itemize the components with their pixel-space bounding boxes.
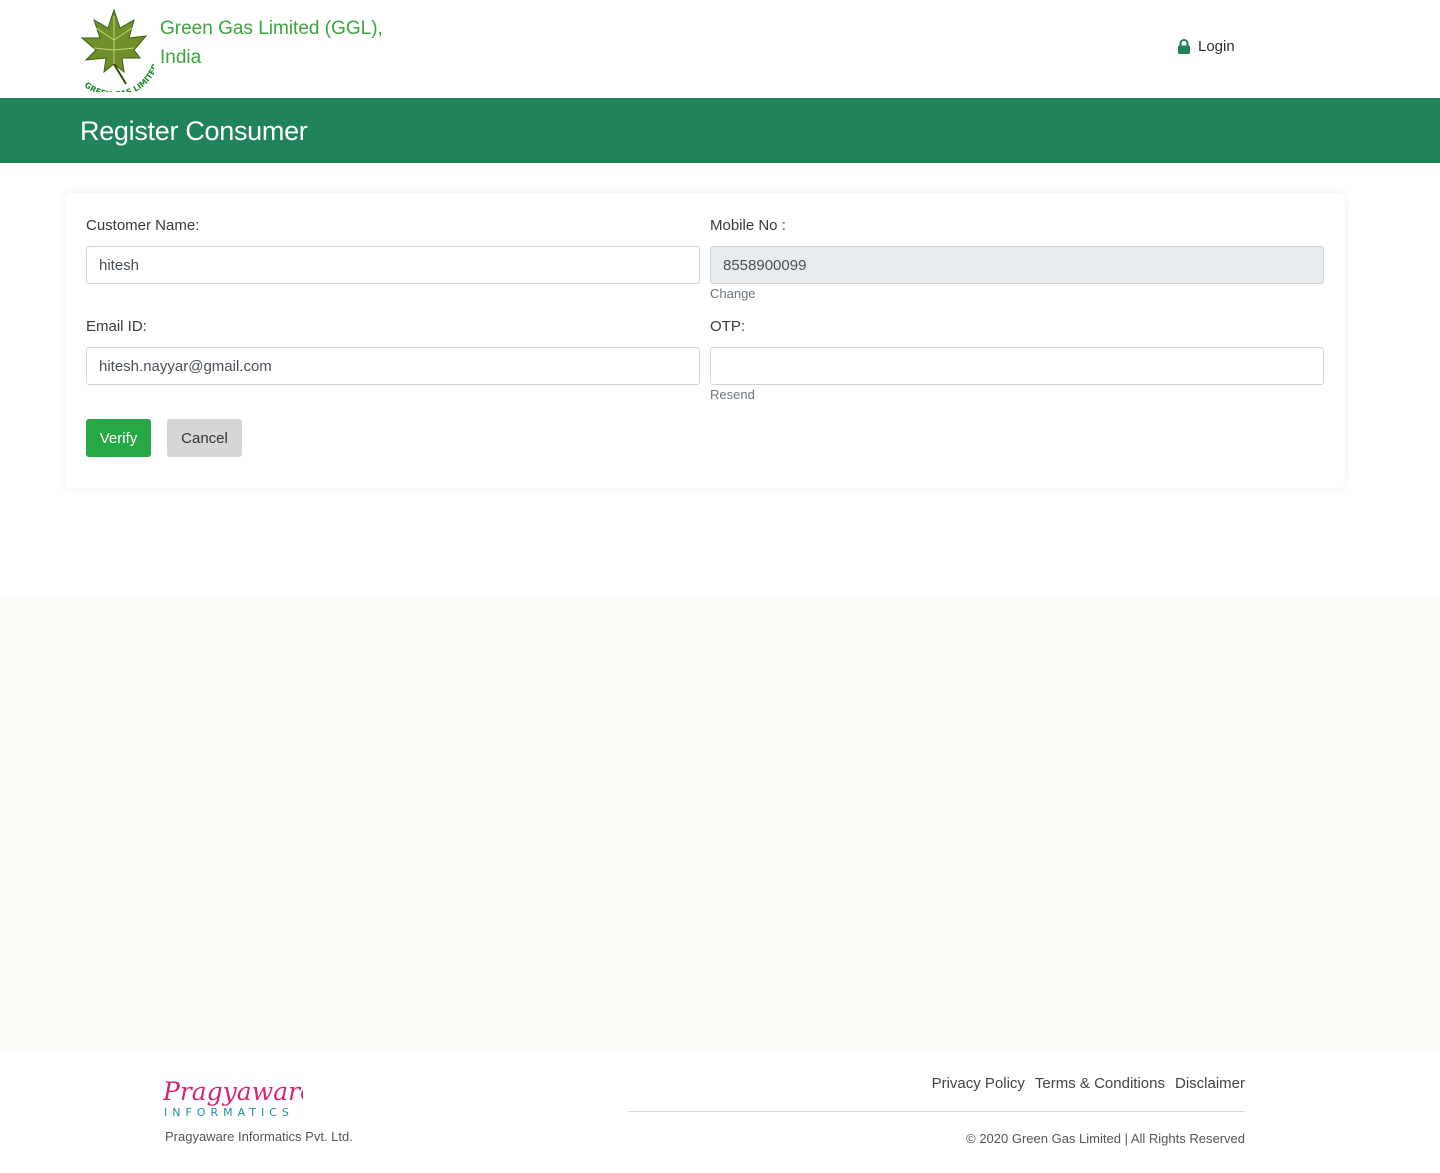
privacy-policy-link[interactable]: Privacy Policy <box>932 1075 1025 1092</box>
brand-name: Green Gas Limited (GGL), India <box>160 14 383 72</box>
footer-links: Privacy Policy Terms & Conditions Discla… <box>932 1075 1245 1092</box>
email-input[interactable] <box>86 347 700 385</box>
cancel-button[interactable]: Cancel <box>167 419 242 457</box>
page-title: Register Consumer <box>80 116 308 146</box>
disclaimer-link[interactable]: Disclaimer <box>1175 1075 1245 1092</box>
customer-name-label: Customer Name: <box>86 217 200 234</box>
login-label: Login <box>1198 38 1235 55</box>
site-header: GREEN GAS LIMITED Green Gas Limited (GGL… <box>0 0 1440 99</box>
page-title-bar: Register Consumer <box>0 98 1440 163</box>
copyright-text: © 2020 Green Gas Limited | All Rights Re… <box>966 1131 1245 1146</box>
maple-leaf-icon: GREEN GAS LIMITED <box>80 8 160 99</box>
background-band <box>0 598 1440 1052</box>
register-form-card: Customer Name: Mobile No : Change Email … <box>65 193 1345 488</box>
login-link[interactable]: Login <box>1177 38 1235 55</box>
ggl-logo[interactable]: GREEN GAS LIMITED <box>74 6 160 99</box>
change-mobile-link[interactable]: Change <box>710 286 756 301</box>
verify-button[interactable]: Verify <box>86 419 151 457</box>
footer-divider <box>628 1111 1245 1112</box>
svg-text:INFORMATICS: INFORMATICS <box>164 1106 294 1119</box>
lock-icon <box>1178 39 1190 54</box>
email-label: Email ID: <box>86 318 147 335</box>
mobile-label: Mobile No : <box>710 217 786 234</box>
resend-otp-link[interactable]: Resend <box>710 387 755 402</box>
brand-line-1: Green Gas Limited (GGL), <box>160 18 383 39</box>
pragyaware-logo-graphic: Pragyaware INFORMATICS <box>162 1077 315 1119</box>
otp-input[interactable] <box>710 347 1324 385</box>
mobile-input[interactable] <box>710 246 1324 284</box>
svg-text:Pragyaware: Pragyaware <box>163 1077 303 1106</box>
otp-label: OTP: <box>710 318 746 335</box>
site-footer: Pragyaware INFORMATICS Pragyaware Inform… <box>0 1052 1440 1173</box>
brand-line-2: India <box>160 47 202 68</box>
footer-company-name: Pragyaware Informatics Pvt. Ltd. <box>165 1129 353 1144</box>
pragyaware-logo[interactable]: Pragyaware INFORMATICS <box>162 1068 315 1120</box>
customer-name-input[interactable] <box>86 246 700 284</box>
terms-conditions-link[interactable]: Terms & Conditions <box>1035 1075 1165 1092</box>
